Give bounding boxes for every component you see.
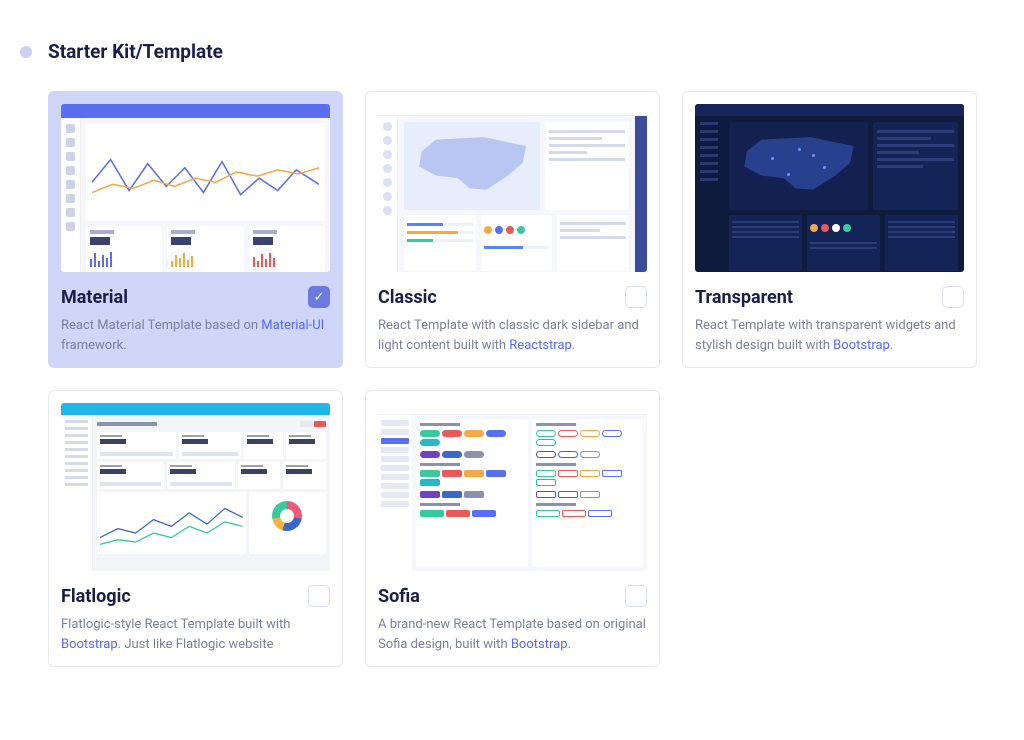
- template-card-classic[interactable]: Classic React Template with classic dark…: [365, 91, 660, 368]
- preview-flatlogic: [61, 403, 330, 571]
- section-header: Starter Kit/Template: [20, 40, 1004, 63]
- template-checkbox[interactable]: ✓: [308, 286, 330, 308]
- check-icon: ✓: [314, 291, 325, 304]
- template-card-sofia[interactable]: Sofia A brand-new React Template based o…: [365, 390, 660, 667]
- template-grid: Material ✓ React Material Template based…: [48, 91, 1004, 667]
- template-title: Sofia: [378, 586, 420, 607]
- template-card-material[interactable]: Material ✓ React Material Template based…: [48, 91, 343, 368]
- template-title: Flatlogic: [61, 586, 131, 607]
- bullet-icon: [20, 46, 32, 58]
- preview-transparent: [695, 104, 964, 272]
- template-description: React Material Template based on Materia…: [61, 316, 330, 355]
- section-title: Starter Kit/Template: [48, 40, 223, 63]
- template-title: Classic: [378, 287, 437, 308]
- template-card-transparent[interactable]: Transparent React Template with transpar…: [682, 91, 977, 368]
- desc-link[interactable]: Bootstrap: [833, 338, 890, 353]
- desc-link[interactable]: Reactstrap: [509, 338, 572, 353]
- desc-link[interactable]: Bootstrap: [511, 637, 568, 652]
- template-description: Flatlogic-style React Template built wit…: [61, 615, 330, 654]
- template-checkbox[interactable]: [625, 286, 647, 308]
- template-description: A brand-new React Template based on orig…: [378, 615, 647, 654]
- template-description: React Template with transparent widgets …: [695, 316, 964, 355]
- template-description: React Template with classic dark sidebar…: [378, 316, 647, 355]
- template-checkbox[interactable]: [625, 585, 647, 607]
- template-card-flatlogic[interactable]: Flatlogic Flatlogic-style React Template…: [48, 390, 343, 667]
- desc-link[interactable]: Material-UI: [261, 318, 324, 333]
- template-checkbox[interactable]: [942, 286, 964, 308]
- desc-link[interactable]: Bootstrap: [61, 637, 118, 652]
- preview-material: [61, 104, 330, 272]
- template-title: Transparent: [695, 287, 793, 308]
- preview-sofia: [378, 403, 647, 571]
- template-checkbox[interactable]: [308, 585, 330, 607]
- preview-classic: [378, 104, 647, 272]
- template-title: Material: [61, 287, 128, 308]
